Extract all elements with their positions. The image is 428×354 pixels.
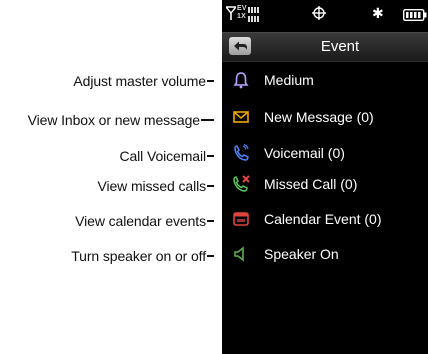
list-item-label: New Message (0) (264, 109, 374, 125)
list-item-voicemail[interactable]: Voicemail (0) (222, 141, 428, 165)
missed-call-icon (232, 175, 250, 193)
back-button[interactable] (229, 37, 251, 55)
status-bar: EV 1X ✱ (222, 0, 428, 32)
network-label-1x: 1X (237, 13, 246, 20)
list-item-speaker[interactable]: Speaker On (222, 242, 428, 266)
back-arrow-icon (234, 41, 247, 51)
callout-leader-line (207, 220, 214, 222)
gps-icon (312, 6, 326, 25)
phone-screen: EV 1X ✱ Event Medium New Message (0) Voi… (222, 0, 428, 354)
callout-leader-line (201, 119, 214, 121)
speaker-icon (232, 245, 250, 263)
list-item-label: Speaker On (264, 246, 339, 262)
list-item-volume[interactable]: Medium (222, 68, 428, 92)
title-bar: Event (222, 32, 428, 62)
bell-icon (232, 71, 250, 89)
page-title: Event (320, 38, 360, 55)
network-label-ev: EV (237, 5, 247, 12)
callout-leader-line (207, 255, 214, 257)
callout-text: View missed calls (97, 178, 206, 194)
callout-leader-line (207, 80, 214, 82)
list-item-label: Missed Call (0) (264, 176, 358, 192)
bluetooth-icon: ✱ (372, 5, 384, 21)
calendar-icon (232, 210, 250, 228)
envelope-icon (232, 108, 250, 126)
callout-missed-calls: View missed calls (97, 176, 214, 196)
callout-text: Adjust master volume (73, 73, 206, 89)
callout-speaker: Turn speaker on or off (71, 246, 214, 266)
voicemail-icon (232, 143, 250, 162)
signal-icon (224, 6, 238, 25)
callout-adjust-volume: Adjust master volume (73, 71, 214, 91)
list-item-label: Medium (264, 72, 314, 88)
callout-view-inbox: View Inbox or new message (28, 110, 214, 130)
network-type-label: EV 1X (237, 5, 247, 21)
battery-icon (402, 8, 427, 26)
callout-annotations: Adjust master volume View Inbox or new m… (0, 0, 222, 354)
callout-text: Turn speaker on or off (71, 248, 206, 264)
callout-leader-line (207, 185, 214, 187)
list-item-missed-call[interactable]: Missed Call (0) (222, 172, 428, 196)
list-item-label: Voicemail (0) (264, 145, 345, 161)
callout-calendar-events: View calendar events (75, 211, 214, 231)
signal-bars-icon (248, 5, 266, 30)
callout-leader-line (207, 155, 214, 157)
callout-text: Call Voicemail (119, 148, 206, 164)
callout-text: View Inbox or new message (27, 112, 200, 128)
list-item-label: Calendar Event (0) (264, 211, 382, 227)
callout-text: View calendar events (75, 213, 206, 229)
list-item-calendar-event[interactable]: Calendar Event (0) (222, 207, 428, 231)
callout-call-voicemail: Call Voicemail (119, 146, 214, 166)
list-item-new-message[interactable]: New Message (0) (222, 105, 428, 129)
